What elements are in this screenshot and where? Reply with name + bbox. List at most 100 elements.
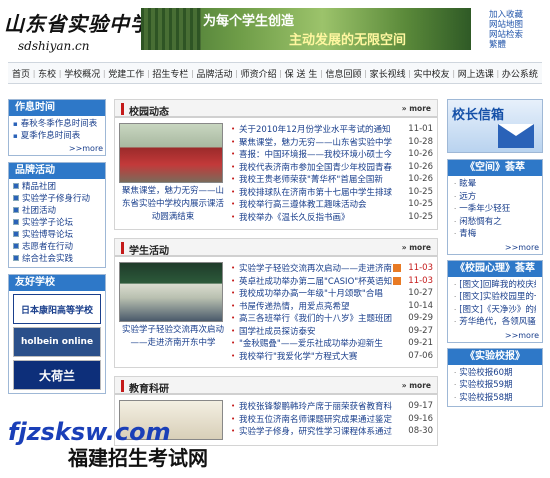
nav-course[interactable]: 网上选课 xyxy=(458,67,494,80)
more-link[interactable]: » more xyxy=(402,381,431,390)
headline-link[interactable]: 关于2010年12月份学业水平考试的通知 xyxy=(239,123,403,135)
list-item[interactable]: • 聚焦课堂，魅力无穷——山东省实验中学 10-28 xyxy=(231,136,433,149)
principal-mailbox[interactable]: 校长信箱 xyxy=(447,99,543,153)
list-item[interactable]: • 英卓社成功举办第二届"CASIO"杯英语知 11-03 xyxy=(231,275,433,288)
headline-date: 09-27 xyxy=(408,325,433,336)
list-item[interactable]: · 闲愁惆有之 xyxy=(454,216,536,229)
list-item[interactable]: ·芳华绝代，各领风骚与你同行 xyxy=(454,316,536,329)
list-item[interactable]: 实验学子修身行动 xyxy=(13,193,101,205)
headline-link[interactable]: 我校代表济南市参加全国青少年校园青春 xyxy=(239,161,403,173)
nav-office[interactable]: 办公系统 xyxy=(502,67,538,80)
list-item[interactable]: • 我校张锋黎鹏韩玲产席于丽荣获省教育科 09-17 xyxy=(231,400,433,413)
nav-east-campus[interactable]: 东校 xyxy=(38,67,56,80)
sitemap-link[interactable]: 网站地图 xyxy=(489,20,523,30)
list-item[interactable]: ·[图文]回眸我的校庆经历 xyxy=(454,279,536,292)
headline-link[interactable]: "金秋赐叠"——爱乐社成功举办迎新生 xyxy=(239,337,403,349)
news-photo[interactable] xyxy=(119,123,223,183)
list-item[interactable]: • 书屋传递热情，用爱点亮希望 10-14 xyxy=(231,300,433,313)
list-item[interactable]: • 实验学子轻验交流再次启动——走进济南 11-03 xyxy=(231,262,433,275)
more-link[interactable]: » more xyxy=(402,243,431,252)
list-item[interactable]: • 国学社成员探访泰安 09-27 xyxy=(231,325,433,338)
list-item[interactable]: • 喜报：中国环境报——我校环境小硕士今 10-26 xyxy=(231,148,433,161)
list-item[interactable]: • 我校举行高三遵体教工趣味活动会 10-25 xyxy=(231,198,433,211)
news-section: 校园动态 » more 聚焦课堂，魅力无穷——山东省实验中学校内展示课活动圆满结束… xyxy=(114,99,438,230)
psych-more-link[interactable]: >>more xyxy=(448,331,542,342)
headline-link[interactable]: 实验学子轻验交流再次启动——走进济南 xyxy=(239,262,393,274)
list-item[interactable]: • 我校举行"我爱化学"方程式大赛 07-06 xyxy=(231,350,433,363)
bullet-icon: · xyxy=(454,381,457,389)
list-item[interactable]: · 实验校报60期 xyxy=(454,367,536,380)
list-item[interactable]: 实验博导论坛 xyxy=(13,229,101,241)
nav-recommended[interactable]: 保 送 生 xyxy=(285,67,318,80)
list-item[interactable]: · 实验校报59期 xyxy=(454,379,536,392)
list-item[interactable]: · 一季年少轻狂 xyxy=(454,203,536,216)
friend-school-logo[interactable]: 大荷兰 xyxy=(13,360,101,390)
list-item[interactable]: · 远方 xyxy=(454,191,536,204)
more-link[interactable]: » more xyxy=(402,104,431,113)
headline-link[interactable]: 书屋传递热情，用爱点亮希望 xyxy=(239,300,403,312)
list-item[interactable]: • 实验学子修身，研究性学习课程体系通过 08-30 xyxy=(231,425,433,438)
list-item[interactable]: • 我校举办《温长久反指书画》 10-25 xyxy=(231,211,433,224)
headline-link[interactable]: 英卓社成功举办第二届"CASIO"杯英语知 xyxy=(239,275,393,287)
list-item[interactable]: 实验学子论坛 xyxy=(13,217,101,229)
list-item[interactable]: ·[图文]《天净沙》的约格 xyxy=(454,304,536,317)
list-item[interactable]: • 我校代表济南市参加全国青少年校园青春 10-26 xyxy=(231,161,433,174)
school-logo[interactable]: 山东省实验中学 sdshiyan.cn xyxy=(4,8,150,53)
list-item[interactable]: 志愿者在行动 xyxy=(13,241,101,253)
headline-link[interactable]: 我校王贵老师荣获"菁华杯"首届全国新 xyxy=(239,173,403,185)
list-item[interactable]: • 我校王贵老师荣获"菁华杯"首届全国新 10-26 xyxy=(231,173,433,186)
nav-alumni[interactable]: 实中校友 xyxy=(414,67,450,80)
nav-admission[interactable]: 招生专栏 xyxy=(152,67,188,80)
list-item[interactable]: 综合社会实践 xyxy=(13,253,101,265)
add-favorite-link[interactable]: 加入收藏 xyxy=(489,10,523,20)
logo-url: sdshiyan.cn xyxy=(18,39,90,53)
list-item[interactable]: ▪ 夏季作息时间表 xyxy=(13,130,101,142)
list-item[interactable]: · 眩晕 xyxy=(454,178,536,191)
bullet-icon: · xyxy=(454,305,457,314)
headline-link[interactable]: 高三各班举行《我们的十八岁》主题班团 xyxy=(239,312,403,324)
headline-link[interactable]: 我校张锋黎鹏韩玲产席于丽荣获省教育科 xyxy=(239,400,403,412)
nav-party[interactable]: 党建工作 xyxy=(108,67,144,80)
nav-parents[interactable]: 家长视线 xyxy=(370,67,406,80)
headline-link[interactable]: 我校成功举办高一年级"十月颂歌"合唱 xyxy=(239,287,403,299)
list-item[interactable]: 精品社团 xyxy=(13,181,101,193)
friend-school-logo[interactable]: 日本康阳高等学校 xyxy=(13,294,101,324)
list-item[interactable]: • 我校成功举办高一年级"十月颂歌"合唱 10-27 xyxy=(231,287,433,300)
headline-link[interactable]: 我校举行高三遵体教工趣味活动会 xyxy=(239,198,403,210)
headline-link[interactable]: 我校举行"我爱化学"方程式大赛 xyxy=(239,350,403,362)
list-item[interactable]: · 实验校报58期 xyxy=(454,392,536,405)
schedule-more-link[interactable]: >>more xyxy=(9,144,105,155)
headline-link[interactable]: 喜报：中国环境报——我校环境小硕士今 xyxy=(239,148,403,160)
list-item[interactable]: 社团活动 xyxy=(13,205,101,217)
nav-overview[interactable]: 学校概况 xyxy=(64,67,100,80)
brand-box: 品牌活动 精品社团 实验学子修身行动 社团活动 实验学子论坛 实验博导论坛 志愿… xyxy=(8,162,106,268)
headline-link[interactable]: 国学社成员探访泰安 xyxy=(239,325,403,337)
list-item[interactable]: • 我校排球队在济南市第十七届中学生排球 10-25 xyxy=(231,186,433,199)
headline-link[interactable]: 我校举办《温长久反指书画》 xyxy=(239,211,403,223)
nav-review[interactable]: 信息回顾 xyxy=(325,67,361,80)
headline-link[interactable]: 我校排球队在济南市第十七届中学生排球 xyxy=(239,186,403,198)
news-caption[interactable]: 聚焦课堂，魅力无穷——山东省实验中学校内展示课活动圆满结束 xyxy=(119,185,227,224)
list-item[interactable]: · 青梅 xyxy=(454,228,536,241)
nav-brand[interactable]: 品牌活动 xyxy=(196,67,232,80)
bullet-icon: · xyxy=(454,393,457,402)
list-item[interactable]: ▪ 春秋冬季作息时间表 xyxy=(13,118,101,130)
student-photo[interactable] xyxy=(119,262,223,322)
site-search-link[interactable]: 网站检索 xyxy=(489,30,523,40)
traditional-chinese-link[interactable]: 繁體 xyxy=(489,40,523,50)
headline-link[interactable]: 我校五位济南名师课题研究成果通过鉴定 xyxy=(239,413,403,425)
student-caption[interactable]: 实验学子轻验交流再次启动——走进济南开东中学 xyxy=(119,324,227,350)
space-more-link[interactable]: >>more xyxy=(448,243,542,254)
list-item[interactable]: • "金秋赐叠"——爱乐社成功举办迎新生 09-21 xyxy=(231,337,433,350)
list-item[interactable]: • 我校五位济南名师课题研究成果通过鉴定 09-16 xyxy=(231,413,433,426)
list-item[interactable]: ·[图文]实验校园里的一个阿姨 xyxy=(454,291,536,304)
list-item[interactable]: • 高三各班举行《我们的十八岁》主题班团 09-29 xyxy=(231,312,433,325)
nav-home[interactable]: 首页 xyxy=(12,67,30,80)
headline-date: 10-26 xyxy=(408,161,433,172)
nav-faculty[interactable]: 师资介绍 xyxy=(241,67,277,80)
friend-school-logo[interactable]: holbein online xyxy=(13,327,101,357)
headline-link[interactable]: 聚焦课堂，魅力无穷——山东省实验中学 xyxy=(239,136,403,148)
list-item[interactable]: • 关于2010年12月份学业水平考试的通知 11-01 xyxy=(231,123,433,136)
headline-link[interactable]: 实验学子修身，研究性学习课程体系通过 xyxy=(239,425,403,437)
bullet-icon: · xyxy=(454,368,457,377)
